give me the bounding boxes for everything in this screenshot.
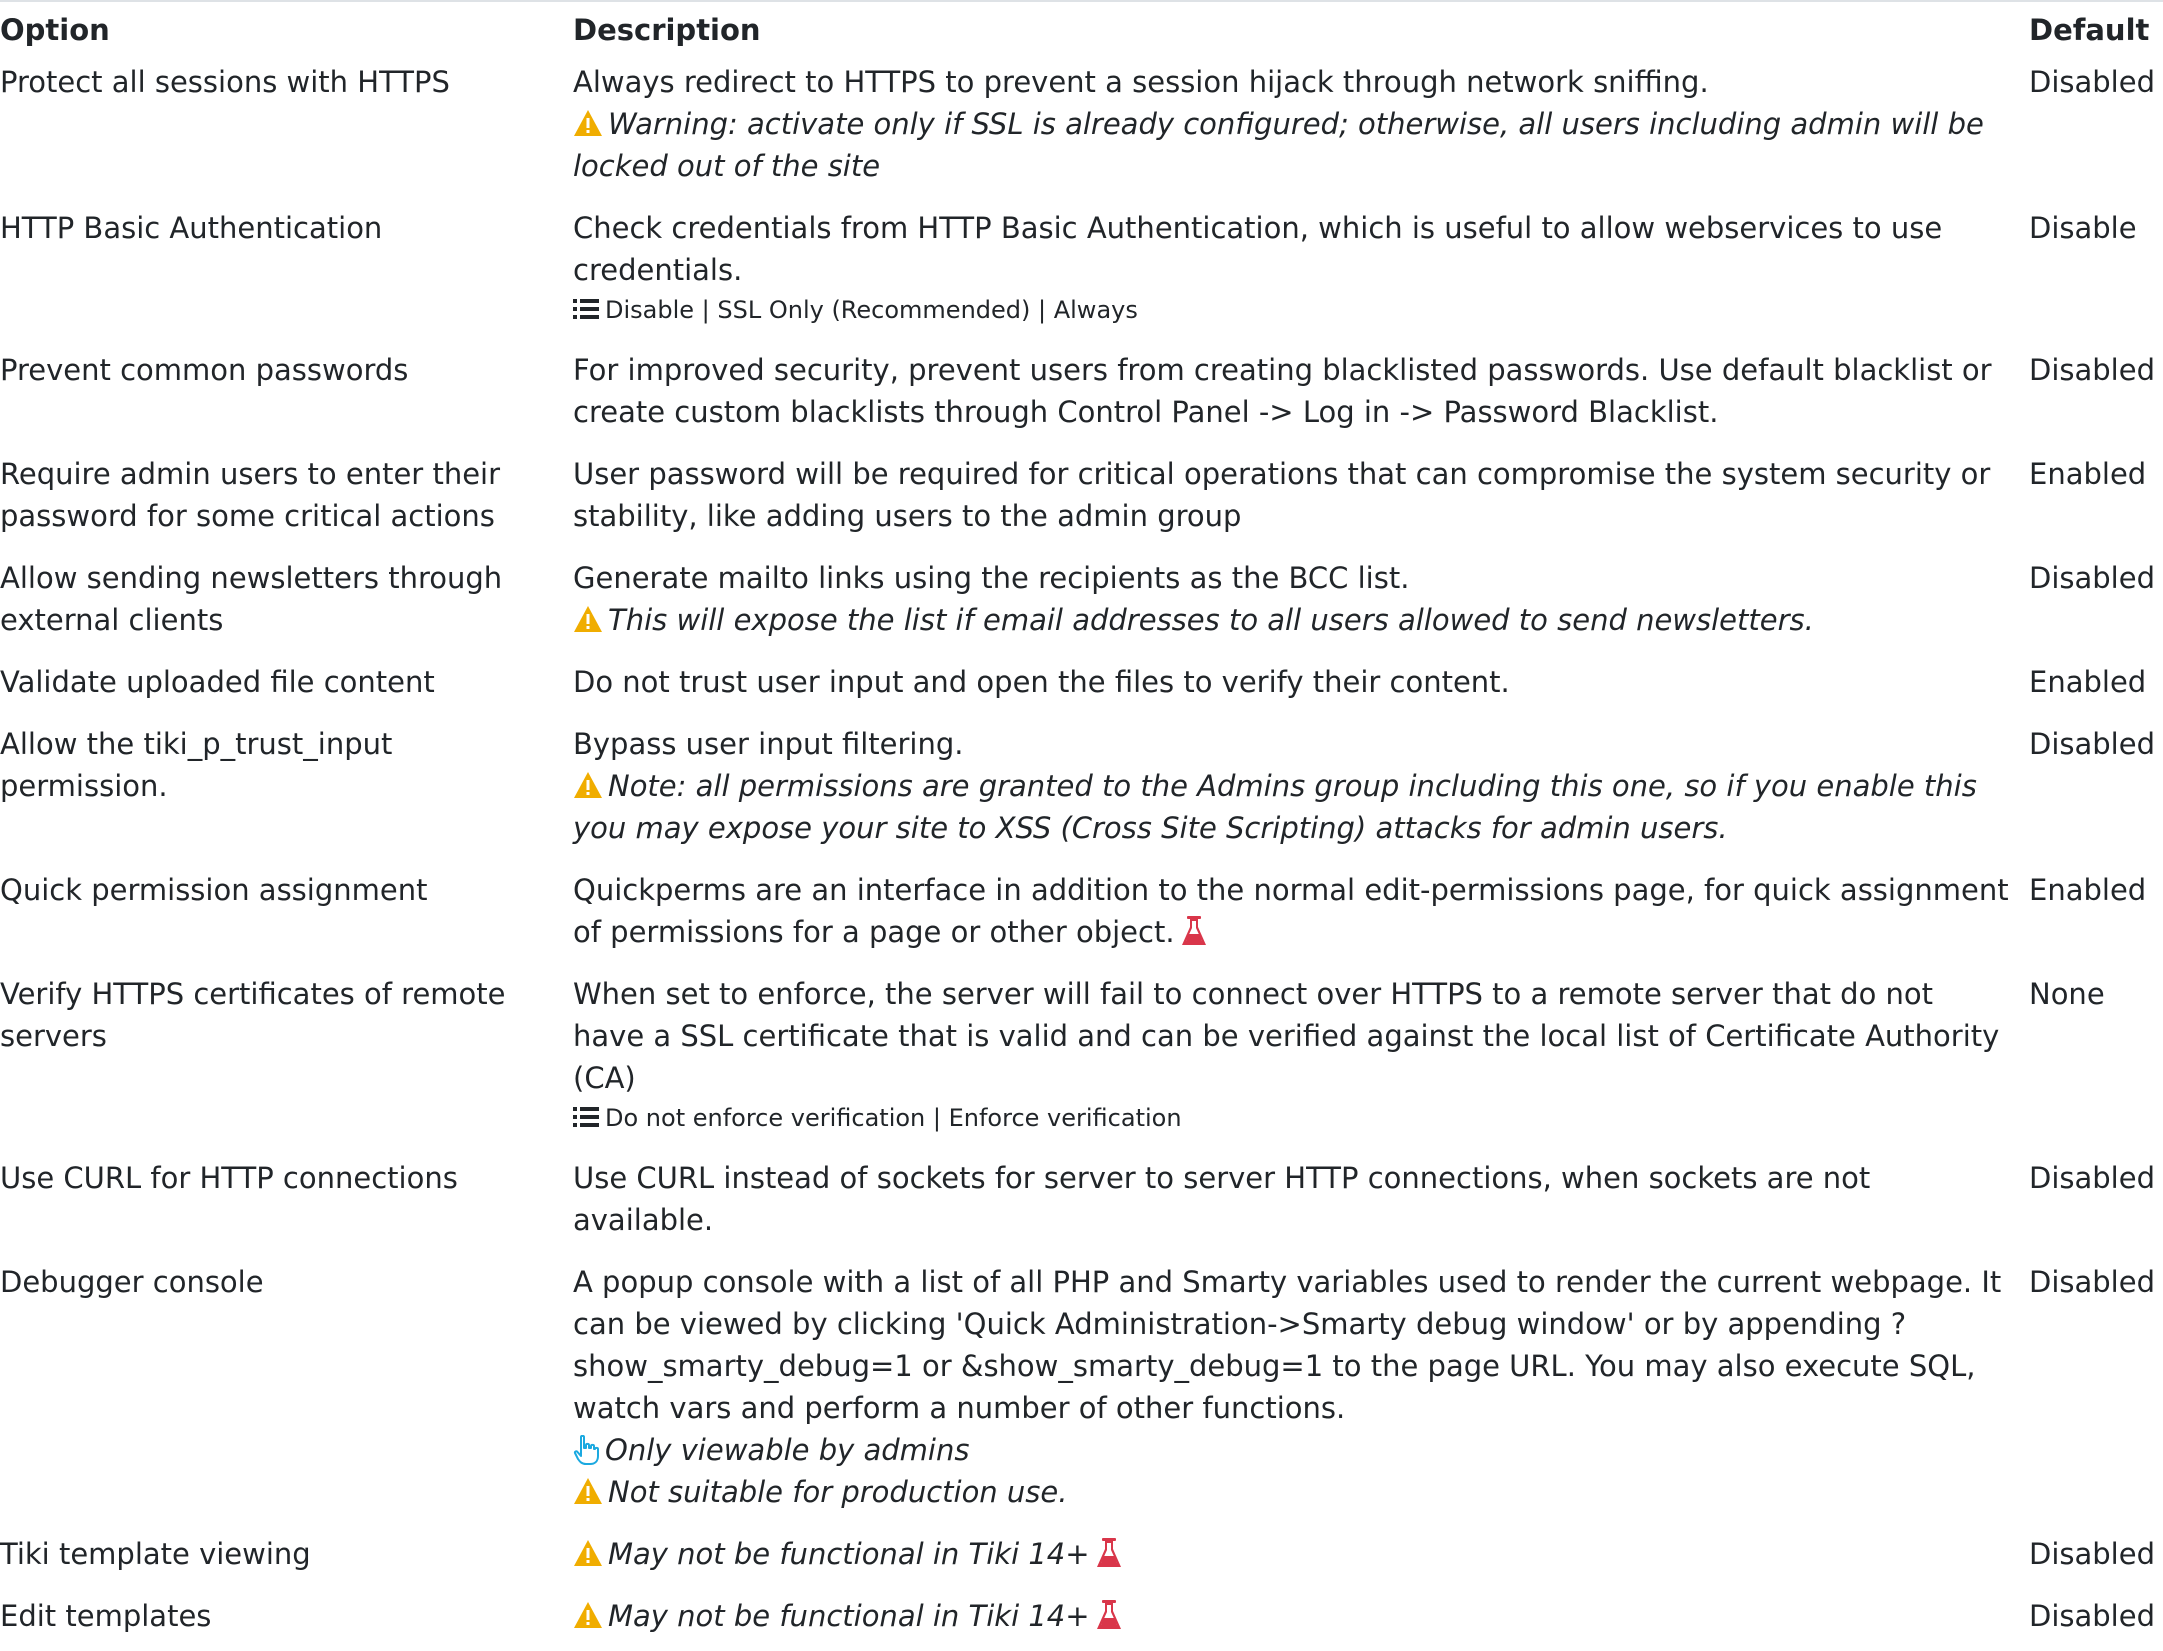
default-value: Disabled [2029,353,2155,387]
default-value: Disabled [2029,65,2155,99]
option-name: Edit templates [0,1599,212,1633]
option-description-cell: A popup console with a list of all PHP a… [565,1255,2021,1527]
description-text: User password will be required for criti… [573,457,1991,533]
table-row: Validate uploaded file content Do not tr… [0,655,2163,717]
warning-icon [574,772,602,798]
option-name: Validate uploaded file content [0,665,435,699]
option-description-cell: User password will be required for criti… [565,447,2021,551]
description-text: Do not trust user input and open the fil… [573,665,1510,699]
warning-note: Note: all permissions are granted to the… [573,765,2013,849]
description-text: A popup console with a list of all PHP a… [573,1265,2002,1425]
warning-note: Not suitable for production use. [573,1471,2013,1513]
warning-text: May not be functional in Tiki 14+ [608,1599,1090,1633]
description-text: For improved security, prevent users fro… [573,353,1992,429]
option-name: Debugger console [0,1265,264,1299]
option-description-cell: Bypass user input filtering. Note: all p… [565,717,2021,863]
description-text-inline: Quickperms are an interface in addition … [573,873,2009,949]
default-value: Disabled [2029,561,2155,595]
default-value: Disabled [2029,1161,2155,1195]
option-name: Quick permission assignment [0,873,428,907]
option-description-cell: Always redirect to HTTPS to prevent a se… [565,55,2021,201]
option-name: Require admin users to enter their passw… [0,457,501,533]
description-text: Check credentials from HTTP Basic Authen… [573,211,1943,287]
warning-icon [574,606,602,632]
warning-text: May not be functional in Tiki 14+ [608,1537,1090,1571]
warning-note: Warning: activate only if SSL is already… [573,103,2013,187]
description-text: Always redirect to HTTPS to prevent a se… [573,65,1709,99]
table-row: Edit templates May not be functional in … [0,1589,2163,1651]
description-text: Bypass user input filtering. [573,727,964,761]
table-row: Allow sending newsletters through extern… [0,551,2163,655]
table-row: Quick permission assignment Quickperms a… [0,863,2163,967]
default-value: Enabled [2029,873,2147,907]
default-value: Disabled [2029,1599,2155,1633]
option-name: Prevent common passwords [0,353,409,387]
options-list: Disable | SSL Only (Recommended) | Alway… [573,291,2013,329]
default-value: None [2029,977,2105,1011]
table-row: HTTP Basic Authentication Check credenti… [0,201,2163,343]
description-text: When set to enforce, the server will fai… [573,977,2000,1095]
option-description-cell: May not be functional in Tiki 14+ [565,1527,2021,1589]
description-text: Generate mailto links using the recipien… [573,561,1410,595]
option-name: HTTP Basic Authentication [0,211,383,245]
description-text: Use CURL instead of sockets for server t… [573,1161,1871,1237]
option-description-cell: When set to enforce, the server will fai… [565,967,2021,1151]
table-header-row: Option Description Default [0,2,2163,55]
column-header-default: Default [2029,13,2150,47]
option-description-cell: For improved security, prevent users fro… [565,343,2021,447]
option-name: Allow sending newsletters through extern… [0,561,503,637]
description-text: Quickperms are an interface in addition … [573,869,2013,953]
warning-text: Warning: activate only if SSL is already… [573,107,1984,183]
default-value: Disable [2029,211,2137,245]
option-description-cell: Quickperms are an interface in addition … [565,863,2021,967]
option-name: Verify HTTPS certificates of remote serv… [0,977,506,1053]
warning-icon [574,1540,602,1566]
column-header-description: Description [573,13,761,47]
admin-only-text: Only viewable by admins [605,1433,970,1467]
warning-text: This will expose the list if email addre… [608,603,1814,637]
default-value: Enabled [2029,665,2147,699]
option-name: Protect all sessions with HTTPS [0,65,450,99]
warning-note: May not be functional in Tiki 14+ [573,1595,2013,1637]
experimental-flask-icon [1181,916,1206,945]
option-name: Use CURL for HTTP connections [0,1161,458,1195]
warning-note: May not be functional in Tiki 14+ [573,1533,2013,1575]
experimental-flask-icon [1096,1538,1121,1567]
table-row: Allow the tiki_p_trust_input permission.… [0,717,2163,863]
column-header-option: Option [0,13,110,47]
warning-icon [574,1478,602,1504]
option-description-cell: Generate mailto links using the recipien… [565,551,2021,655]
table-row: Tiki template viewing May not be functio… [0,1527,2163,1589]
table-row: Protect all sessions with HTTPS Always r… [0,55,2163,201]
options-list: Do not enforce verification | Enforce ve… [573,1099,2013,1137]
preferences-table: Option Description Default Protect all s… [0,2,2163,1651]
option-description-cell: May not be functional in Tiki 14+ [565,1589,2021,1651]
option-name: Allow the tiki_p_trust_input permission. [0,727,393,803]
default-value: Enabled [2029,457,2147,491]
option-description-cell: Do not trust user input and open the fil… [565,655,2021,717]
table-row: Use CURL for HTTP connections Use CURL i… [0,1151,2163,1255]
table-row: Prevent common passwords For improved se… [0,343,2163,447]
warning-icon [574,110,602,136]
warning-text: Note: all permissions are granted to the… [573,769,1977,845]
list-icon [573,1107,599,1127]
option-description-cell: Check credentials from HTTP Basic Authen… [565,201,2021,343]
default-value: Disabled [2029,727,2155,761]
default-value: Disabled [2029,1265,2155,1299]
table-row: Verify HTTPS certificates of remote serv… [0,967,2163,1151]
option-name: Tiki template viewing [0,1537,311,1571]
admin-only-note: Only viewable by admins [573,1429,2013,1471]
table-row: Debugger console A popup console with a … [0,1255,2163,1527]
experimental-flask-icon [1096,1600,1121,1629]
warning-note: This will expose the list if email addre… [573,599,2013,641]
options-text: Do not enforce verification | Enforce ve… [605,1104,1182,1132]
default-value: Disabled [2029,1537,2155,1571]
pointing-hand-icon [573,1435,599,1465]
table-row: Require admin users to enter their passw… [0,447,2163,551]
warning-icon [574,1602,602,1628]
options-text: Disable | SSL Only (Recommended) | Alway… [605,296,1138,324]
warning-text: Not suitable for production use. [608,1475,1068,1509]
option-description-cell: Use CURL instead of sockets for server t… [565,1151,2021,1255]
list-icon [573,299,599,319]
